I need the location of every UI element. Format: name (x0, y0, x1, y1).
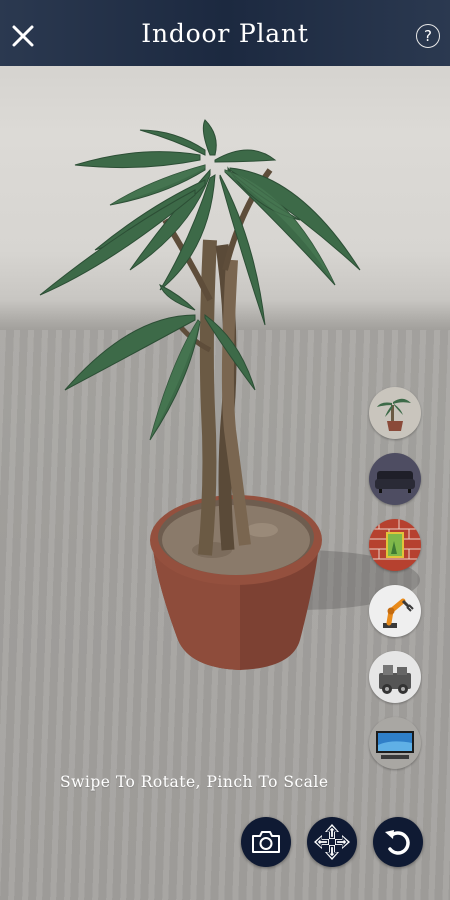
undo-icon (385, 830, 410, 855)
camera-icon (252, 831, 280, 853)
machine-thumbnail[interactable] (369, 651, 421, 703)
wall-frame-thumbnail[interactable] (369, 519, 421, 571)
robot-arm-thumbnail[interactable] (369, 585, 421, 637)
top-app-bar: Indoor Plant ? (0, 0, 450, 66)
robotic-arm-icon (383, 598, 414, 628)
tv-thumbnail[interactable] (369, 717, 421, 769)
model-catalog (368, 387, 422, 777)
sofa-icon (375, 471, 415, 493)
picture-frame-icon (369, 519, 421, 560)
close-icon[interactable] (8, 21, 38, 51)
help-icon[interactable]: ? (416, 24, 440, 48)
potted-plant-icon (377, 398, 411, 431)
move-button[interactable] (307, 817, 357, 867)
undo-button[interactable] (373, 817, 423, 867)
move-arrows-icon (314, 824, 350, 860)
gesture-hint: Swipe To Rotate, Pinch To Scale (60, 773, 329, 791)
engine-machine-icon (379, 665, 411, 694)
sofa-thumbnail[interactable] (369, 453, 421, 505)
page-title: Indoor Plant (141, 18, 309, 48)
plant-thumbnail[interactable] (369, 387, 421, 439)
camera-button[interactable] (241, 817, 291, 867)
television-icon (376, 731, 414, 759)
